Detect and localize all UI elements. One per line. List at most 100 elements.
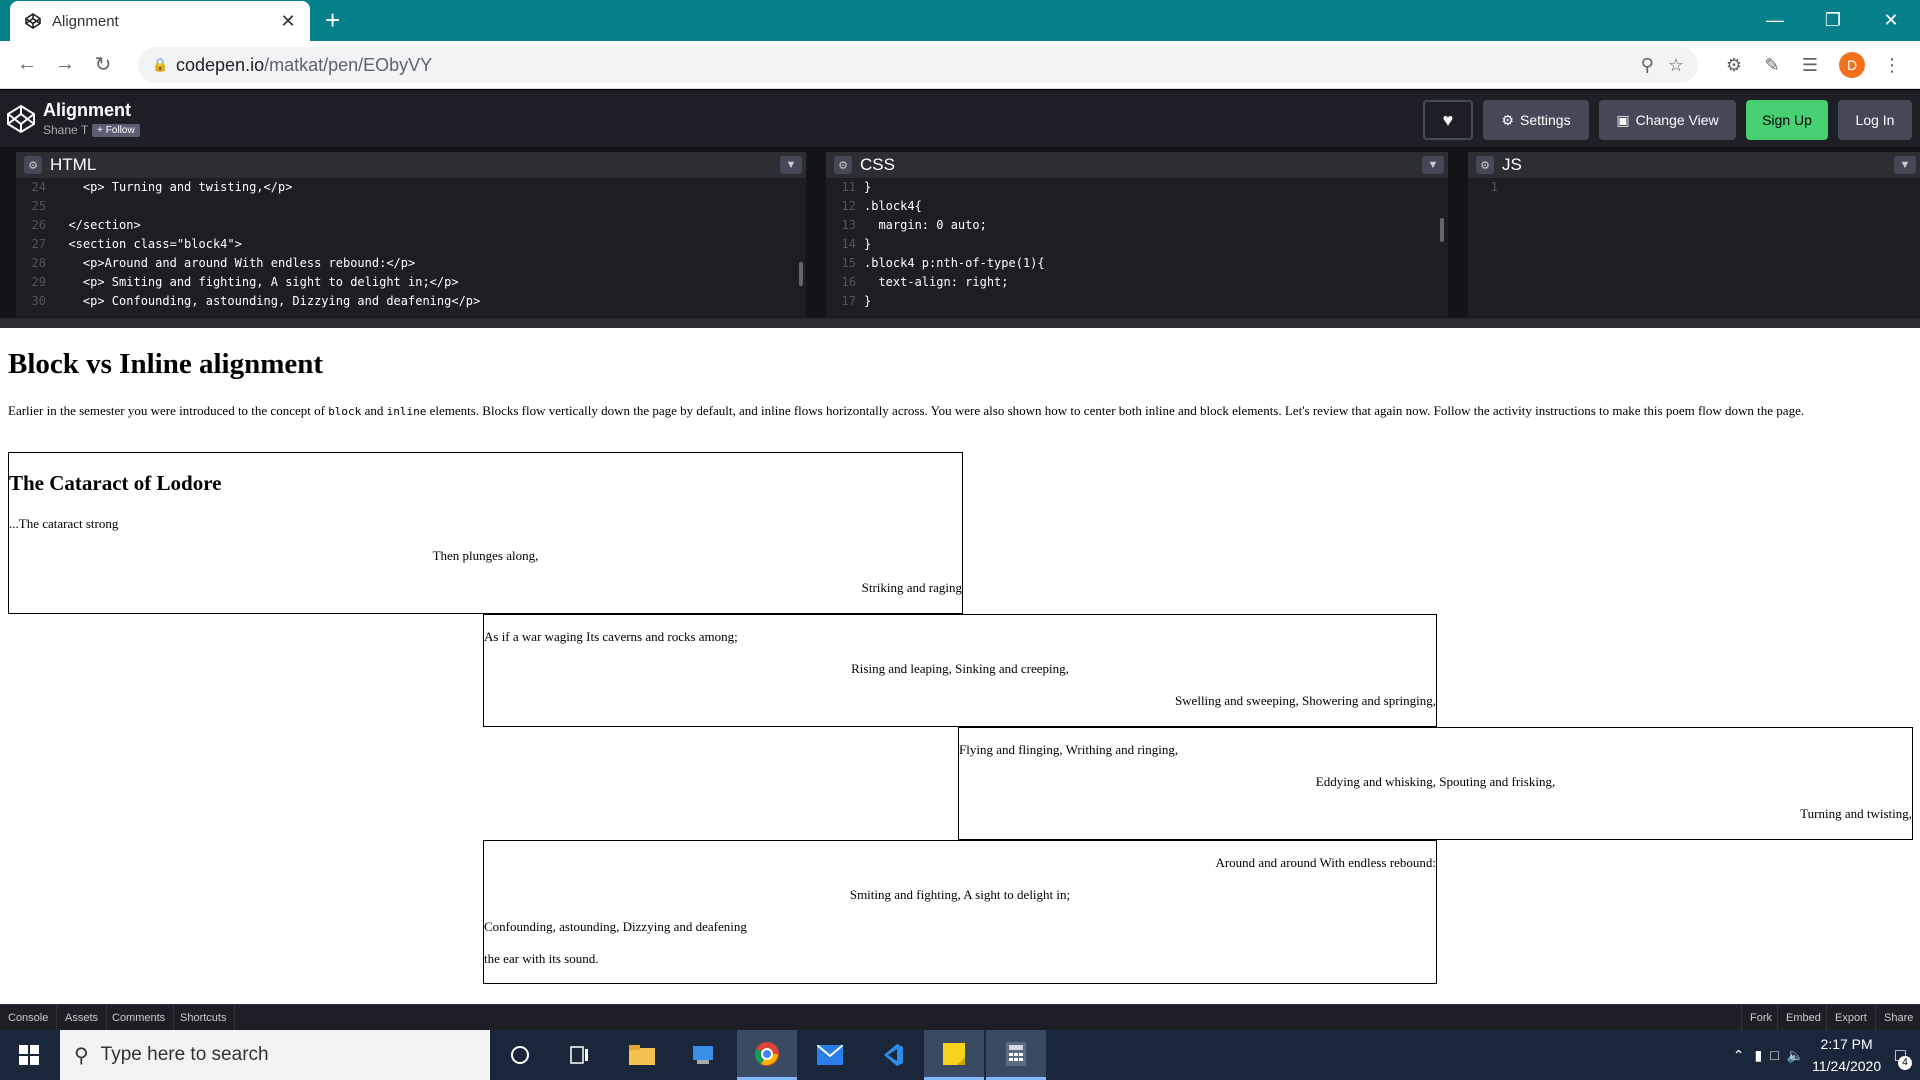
css-code[interactable]: 11} 12 .block4{13 margin: 0 auto; 14} 15 .blo… (826, 178, 1448, 311)
share-button[interactable]: Share (1875, 1005, 1920, 1031)
heart-icon: ♥ (1442, 109, 1454, 130)
chevron-down-icon[interactable]: ▼ (1894, 156, 1916, 174)
code-text: <p>Around and around With endless reboun… (54, 256, 416, 270)
menu-kebab-icon[interactable]: ⋮ (1880, 47, 1904, 83)
log-in-button[interactable]: Log In (1838, 100, 1912, 140)
html-settings-gear-icon[interactable]: ⚙ (24, 156, 42, 174)
close-window-icon[interactable]: ✕ (1862, 0, 1920, 41)
back-icon[interactable]: ← (8, 46, 46, 84)
html-code[interactable]: 24 <p> Turning and twisting,</p> 25 26 </s… (16, 178, 806, 311)
scrollbar[interactable] (799, 262, 803, 286)
mail-icon[interactable] (800, 1030, 860, 1080)
address-bar[interactable]: 🔒 codepen.io/matkat/pen/EObyVY ⚲ ☆ (138, 47, 1698, 83)
fork-button[interactable]: Fork (1741, 1005, 1780, 1031)
export-button[interactable]: Export (1826, 1005, 1875, 1031)
code-line[interactable]: 17} (826, 292, 1448, 311)
codepen-logo-icon[interactable] (6, 104, 36, 134)
taskbar-search-input[interactable]: ⚲ Type here to search (60, 1030, 490, 1080)
codepen-header: Alignment Shane T + Follow ♥ ⚙ Settings ▣… (0, 89, 1920, 147)
settings-button[interactable]: ⚙ Settings (1483, 100, 1589, 140)
css-editor[interactable]: ⚙ CSS ▼ 11} 12 .block4{13 margin: 0 auto; 14}… (826, 152, 1448, 317)
minimize-icon[interactable]: — (1746, 0, 1804, 41)
poem-line: Striking and raging (861, 580, 962, 595)
code-line[interactable]: 13 margin: 0 auto; (826, 216, 1448, 235)
pen-author[interactable]: Shane T (43, 123, 88, 137)
cortana-icon[interactable] (490, 1030, 550, 1080)
embed-button[interactable]: Embed (1777, 1005, 1829, 1031)
code-line[interactable]: 16 text-align: right; (826, 273, 1448, 292)
poem-block-1: The Cataract of Lodore ...The cataract s… (8, 452, 963, 614)
code-line[interactable]: 1 (1468, 178, 1920, 197)
shortcuts-button[interactable]: Shortcuts (172, 1005, 236, 1031)
sign-up-button[interactable]: Sign Up (1746, 100, 1828, 140)
restore-icon[interactable]: ❐ (1804, 0, 1862, 41)
console-button[interactable]: Console (0, 1005, 58, 1031)
url-path: /matkat/pen/EObyVY (264, 54, 433, 75)
extensions-puzzle-icon[interactable]: ✎ (1758, 47, 1786, 83)
network-icon[interactable]: □ (1770, 1047, 1778, 1063)
assets-button[interactable]: Assets (57, 1005, 108, 1031)
comments-button[interactable]: Comments (104, 1005, 175, 1031)
code-line[interactable]: 26 </section> (16, 216, 806, 235)
js-settings-gear-icon[interactable]: ⚙ (1476, 156, 1494, 174)
extension-gear-icon[interactable]: ⚙ (1720, 47, 1748, 83)
media-queue-icon[interactable]: ☰ (1796, 47, 1824, 83)
css-settings-gear-icon[interactable]: ⚙ (834, 156, 852, 174)
chevron-up-icon[interactable]: ⌃ (1733, 1047, 1745, 1064)
poem-line: Rising and leaping, Sinking and creeping… (851, 661, 1069, 676)
new-tab-button[interactable]: + (325, 7, 340, 33)
poem-line: Turning and twisting, (1800, 806, 1912, 821)
resize-handle[interactable] (0, 318, 1920, 328)
browser-tab[interactable]: Alignment ✕ (10, 1, 310, 41)
task-view-icon[interactable] (550, 1030, 610, 1080)
zoom-icon[interactable]: ⚲ (1641, 55, 1654, 76)
reload-icon[interactable]: ↻ (84, 46, 122, 84)
chevron-down-icon[interactable]: ▼ (1422, 156, 1444, 174)
code-line[interactable]: 12 .block4{ (826, 197, 1448, 216)
code-line[interactable]: 15 .block4 p:nth-of-type(1){ (826, 254, 1448, 273)
code-line[interactable]: 30 <p> Confounding, astounding, Dizzying… (16, 292, 806, 311)
code-line[interactable]: 25 (16, 197, 806, 216)
file-explorer-icon[interactable] (612, 1030, 672, 1080)
scrollbar[interactable] (1440, 218, 1444, 242)
bookmark-star-icon[interactable]: ☆ (1668, 55, 1684, 76)
line-number: 15 (841, 256, 856, 270)
profile-avatar[interactable]: D (1838, 47, 1866, 83)
chrome-taskbar-icon[interactable] (737, 1030, 797, 1080)
taskbar-clock[interactable]: 2:17 PM 11/24/2020 (1812, 1033, 1881, 1077)
windows-start-icon[interactable] (0, 1030, 58, 1080)
vscode-icon[interactable] (862, 1030, 922, 1080)
pinned-app-icon[interactable] (674, 1030, 734, 1080)
code-line[interactable]: 27 <section class="block4"> (16, 235, 806, 254)
code-line[interactable]: 11} (826, 178, 1448, 197)
code-text: text-align: right; (864, 275, 1009, 289)
tab-close-icon[interactable]: ✕ (278, 11, 298, 32)
volume-icon[interactable]: 🔈 (1787, 1047, 1804, 1064)
code-line[interactable]: 29 <p> Smiting and fighting, A sight to … (16, 273, 806, 292)
js-code[interactable]: 1 (1468, 178, 1920, 197)
html-editor[interactable]: ⚙ HTML ▼ 24 <p> Turning and twisting,</p> 2… (16, 152, 806, 317)
line-number: 27 (31, 237, 46, 251)
code-text: <p> Smiting and fighting, A sight to del… (54, 275, 459, 289)
code-line[interactable]: 14} (826, 235, 1448, 254)
layout-icon: ▣ (1616, 111, 1630, 128)
poem-line: Eddying and whisking, Spouting and frisk… (1315, 774, 1556, 789)
change-view-button[interactable]: ▣ Change View (1599, 100, 1736, 140)
codepen-footer: Console Assets Comments Shortcuts Fork E… (0, 1004, 1920, 1031)
windows-taskbar: ⚲ Type here to search ⌃ ▮ □ 🔈 2:17 PM 11/… (0, 1030, 1920, 1080)
code-line[interactable]: 28 <p>Around and around With endless reb… (16, 254, 806, 273)
code-line[interactable]: 24 <p> Turning and twisting,</p> (16, 178, 806, 197)
notification-count: 4 (1898, 1055, 1912, 1070)
battery-icon[interactable]: ▮ (1754, 1047, 1762, 1064)
chevron-down-icon[interactable]: ▼ (780, 156, 802, 174)
notification-icon[interactable]: □ 4 (1895, 1045, 1912, 1070)
follow-button[interactable]: + Follow (92, 123, 140, 137)
forward-icon[interactable]: → (46, 46, 84, 84)
search-icon: ⚲ (74, 1044, 89, 1067)
js-editor[interactable]: ⚙ JS ▼ 1 (1468, 152, 1920, 317)
code-text: } (864, 294, 872, 308)
codepen-favicon-icon (24, 12, 42, 30)
love-button[interactable]: ♥ (1423, 100, 1473, 140)
calculator-icon[interactable] (986, 1030, 1046, 1080)
sticky-notes-icon[interactable] (924, 1030, 984, 1080)
